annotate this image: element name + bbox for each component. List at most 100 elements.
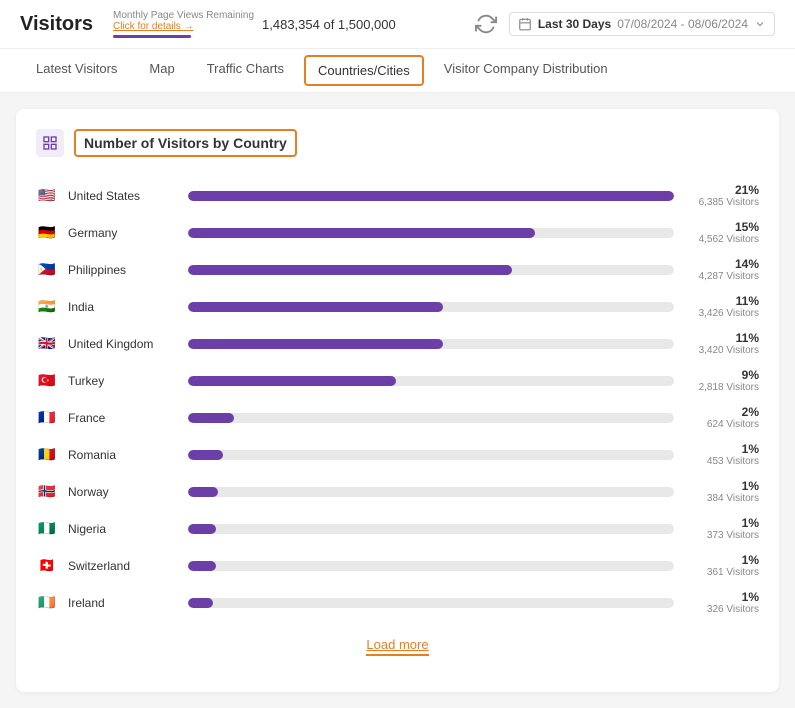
country-flag: 🇷🇴 [36,444,58,466]
bar-container [188,450,674,460]
tab-latest-visitors[interactable]: Latest Visitors [20,49,133,92]
bar-fill [188,413,234,423]
country-stats: 14% 4,287 Visitors [684,257,759,282]
page-title: Visitors [20,13,93,36]
chevron-down-icon [754,18,766,30]
country-pct: 15% [684,220,759,234]
country-name: Switzerland [68,559,178,573]
country-name: Turkey [68,374,178,388]
calendar-icon [518,17,532,31]
tab-countries-cities[interactable]: Countries/Cities [304,55,424,86]
bar-container [188,228,674,238]
header-right: Last 30 Days 07/08/2024 - 08/06/2024 [475,12,775,36]
refresh-icon[interactable] [475,13,497,35]
card-title: Number of Visitors by Country [74,129,297,157]
tab-map[interactable]: Map [133,49,190,92]
main-content: Number of Visitors by Country 🇺🇸 United … [0,93,795,708]
country-name: Philippines [68,263,178,277]
tab-traffic-charts[interactable]: Traffic Charts [191,49,300,92]
country-name: United Kingdom [68,337,178,351]
quota-label: Monthly Page Views Remaining [113,10,254,21]
country-name: United States [68,189,178,203]
country-pct: 9% [684,368,759,382]
country-pct: 1% [684,553,759,567]
table-row: 🇨🇭 Switzerland 1% 361 Visitors [36,547,759,584]
country-stats: 1% 384 Visitors [684,479,759,504]
country-pct: 21% [684,183,759,197]
country-pct: 2% [684,405,759,419]
country-stats: 11% 3,426 Visitors [684,294,759,319]
bar-container [188,191,674,201]
country-flag: 🇮🇪 [36,592,58,614]
bar-fill [188,376,396,386]
country-visitors: 4,562 Visitors [684,234,759,245]
country-flag: 🇵🇭 [36,259,58,281]
country-visitors: 326 Visitors [684,604,759,615]
bar-fill [188,450,223,460]
country-flag: 🇺🇸 [36,185,58,207]
card-icon [36,129,64,157]
bar-container [188,376,674,386]
bar-container [188,265,674,275]
country-pct: 1% [684,516,759,530]
country-name: Norway [68,485,178,499]
country-name: Romania [68,448,178,462]
bar-fill [188,228,535,238]
bar-container [188,561,674,571]
quota-bar-fill [113,35,191,38]
country-flag: 🇳🇴 [36,481,58,503]
load-more-section: Load more [36,621,759,672]
country-flag: 🇮🇳 [36,296,58,318]
country-name: Nigeria [68,522,178,536]
page-header: Visitors Monthly Page Views Remaining Cl… [0,0,795,49]
table-row: 🇮🇳 India 11% 3,426 Visitors [36,288,759,325]
bar-fill [188,339,443,349]
country-list: 🇺🇸 United States 21% 6,385 Visitors 🇩🇪 G… [36,177,759,621]
country-visitors: 2,818 Visitors [684,382,759,393]
bar-fill [188,598,213,608]
country-stats: 21% 6,385 Visitors [684,183,759,208]
country-stats: 1% 453 Visitors [684,442,759,467]
country-pct: 11% [684,294,759,308]
table-row: 🇳🇴 Norway 1% 384 Visitors [36,473,759,510]
date-range-label: Last 30 Days [538,17,611,31]
country-stats: 11% 3,420 Visitors [684,331,759,356]
bar-fill [188,302,443,312]
country-visitors: 3,420 Visitors [684,345,759,356]
country-visitors: 384 Visitors [684,493,759,504]
table-row: 🇮🇪 Ireland 1% 326 Visitors [36,584,759,621]
country-visitors: 361 Visitors [684,567,759,578]
country-visitors: 453 Visitors [684,456,759,467]
table-row: 🇬🇧 United Kingdom 11% 3,420 Visitors [36,325,759,362]
country-flag: 🇹🇷 [36,370,58,392]
table-row: 🇫🇷 France 2% 624 Visitors [36,399,759,436]
load-more-button[interactable]: Load more [366,637,428,656]
country-flag: 🇩🇪 [36,222,58,244]
bar-container [188,487,674,497]
quota-value: 1,483,354 of 1,500,000 [262,17,396,32]
bar-fill [188,191,674,201]
date-range-selector[interactable]: Last 30 Days 07/08/2024 - 08/06/2024 [509,12,775,36]
table-row: 🇷🇴 Romania 1% 453 Visitors [36,436,759,473]
card-header: Number of Visitors by Country [36,129,759,157]
bar-container [188,413,674,423]
bar-fill [188,561,216,571]
table-row: 🇺🇸 United States 21% 6,385 Visitors [36,177,759,214]
country-visitors: 4,287 Visitors [684,271,759,282]
country-pct: 14% [684,257,759,271]
country-stats: 1% 361 Visitors [684,553,759,578]
table-row: 🇩🇪 Germany 15% 4,562 Visitors [36,214,759,251]
country-name: France [68,411,178,425]
country-stats: 15% 4,562 Visitors [684,220,759,245]
bar-container [188,302,674,312]
country-visitors: 6,385 Visitors [684,197,759,208]
date-range-value: 07/08/2024 - 08/06/2024 [617,17,748,31]
country-pct: 11% [684,331,759,345]
quota-link[interactable]: Click for details → [113,21,254,32]
country-stats: 9% 2,818 Visitors [684,368,759,393]
country-flag: 🇬🇧 [36,333,58,355]
country-pct: 1% [684,479,759,493]
country-name: Ireland [68,596,178,610]
country-visitors: 3,426 Visitors [684,308,759,319]
tab-visitor-company[interactable]: Visitor Company Distribution [428,49,624,92]
